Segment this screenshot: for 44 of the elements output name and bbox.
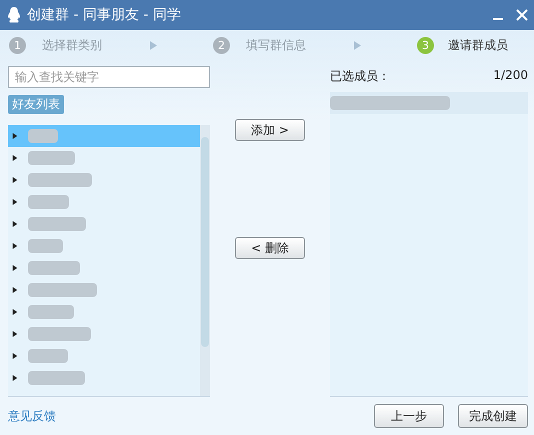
scrollbar[interactable] xyxy=(200,125,210,396)
step-label: 选择群类别 xyxy=(42,36,102,54)
selected-members-label: 已选成员： xyxy=(330,68,390,85)
window-title: 创建群 - 同事朋友 - 同学 xyxy=(27,6,181,24)
expand-icon[interactable] xyxy=(12,308,18,316)
add-button[interactable]: 添加 > xyxy=(235,119,305,141)
step-number: 1 xyxy=(9,36,26,54)
expand-icon[interactable] xyxy=(12,154,18,162)
blurred-name xyxy=(28,151,75,165)
step-number: 2 xyxy=(213,36,230,54)
blurred-name xyxy=(28,283,97,297)
blurred-name xyxy=(28,305,74,319)
close-icon[interactable] xyxy=(516,9,528,21)
penguin-icon xyxy=(6,6,22,24)
expand-icon[interactable] xyxy=(12,330,18,338)
step-label: 邀请群成员 xyxy=(448,36,508,54)
blurred-name xyxy=(28,349,68,363)
blurred-name xyxy=(28,327,91,341)
blurred-name xyxy=(28,371,85,385)
expand-icon[interactable] xyxy=(12,242,18,250)
blurred-name xyxy=(28,173,92,187)
expand-icon[interactable] xyxy=(12,264,18,272)
expand-icon[interactable] xyxy=(12,352,18,360)
arrow-icon xyxy=(150,40,157,50)
expand-icon[interactable] xyxy=(12,286,18,294)
arrow-icon xyxy=(354,40,361,50)
expand-icon[interactable] xyxy=(12,132,18,140)
expand-icon[interactable] xyxy=(12,374,18,382)
member-count: 1/200 xyxy=(493,68,528,84)
remove-button[interactable]: < 删除 xyxy=(235,237,305,259)
blurred-name xyxy=(28,195,69,209)
expand-icon[interactable] xyxy=(12,198,18,206)
expand-icon[interactable] xyxy=(12,176,18,184)
search-field[interactable]: 输入查找关键字 xyxy=(8,66,210,88)
step-label: 填写群信息 xyxy=(246,36,306,54)
footer-button[interactable]: 上一步 xyxy=(374,404,444,428)
blurred-name xyxy=(28,261,80,275)
blurred-name xyxy=(28,239,63,253)
footer-button[interactable]: 完成创建 xyxy=(458,404,528,428)
blurred-name xyxy=(28,217,86,231)
feedback-link[interactable]: 意见反馈 xyxy=(8,408,56,424)
expand-icon[interactable] xyxy=(12,220,18,228)
blurred-name xyxy=(28,129,58,143)
step-number: 3 xyxy=(417,36,434,54)
